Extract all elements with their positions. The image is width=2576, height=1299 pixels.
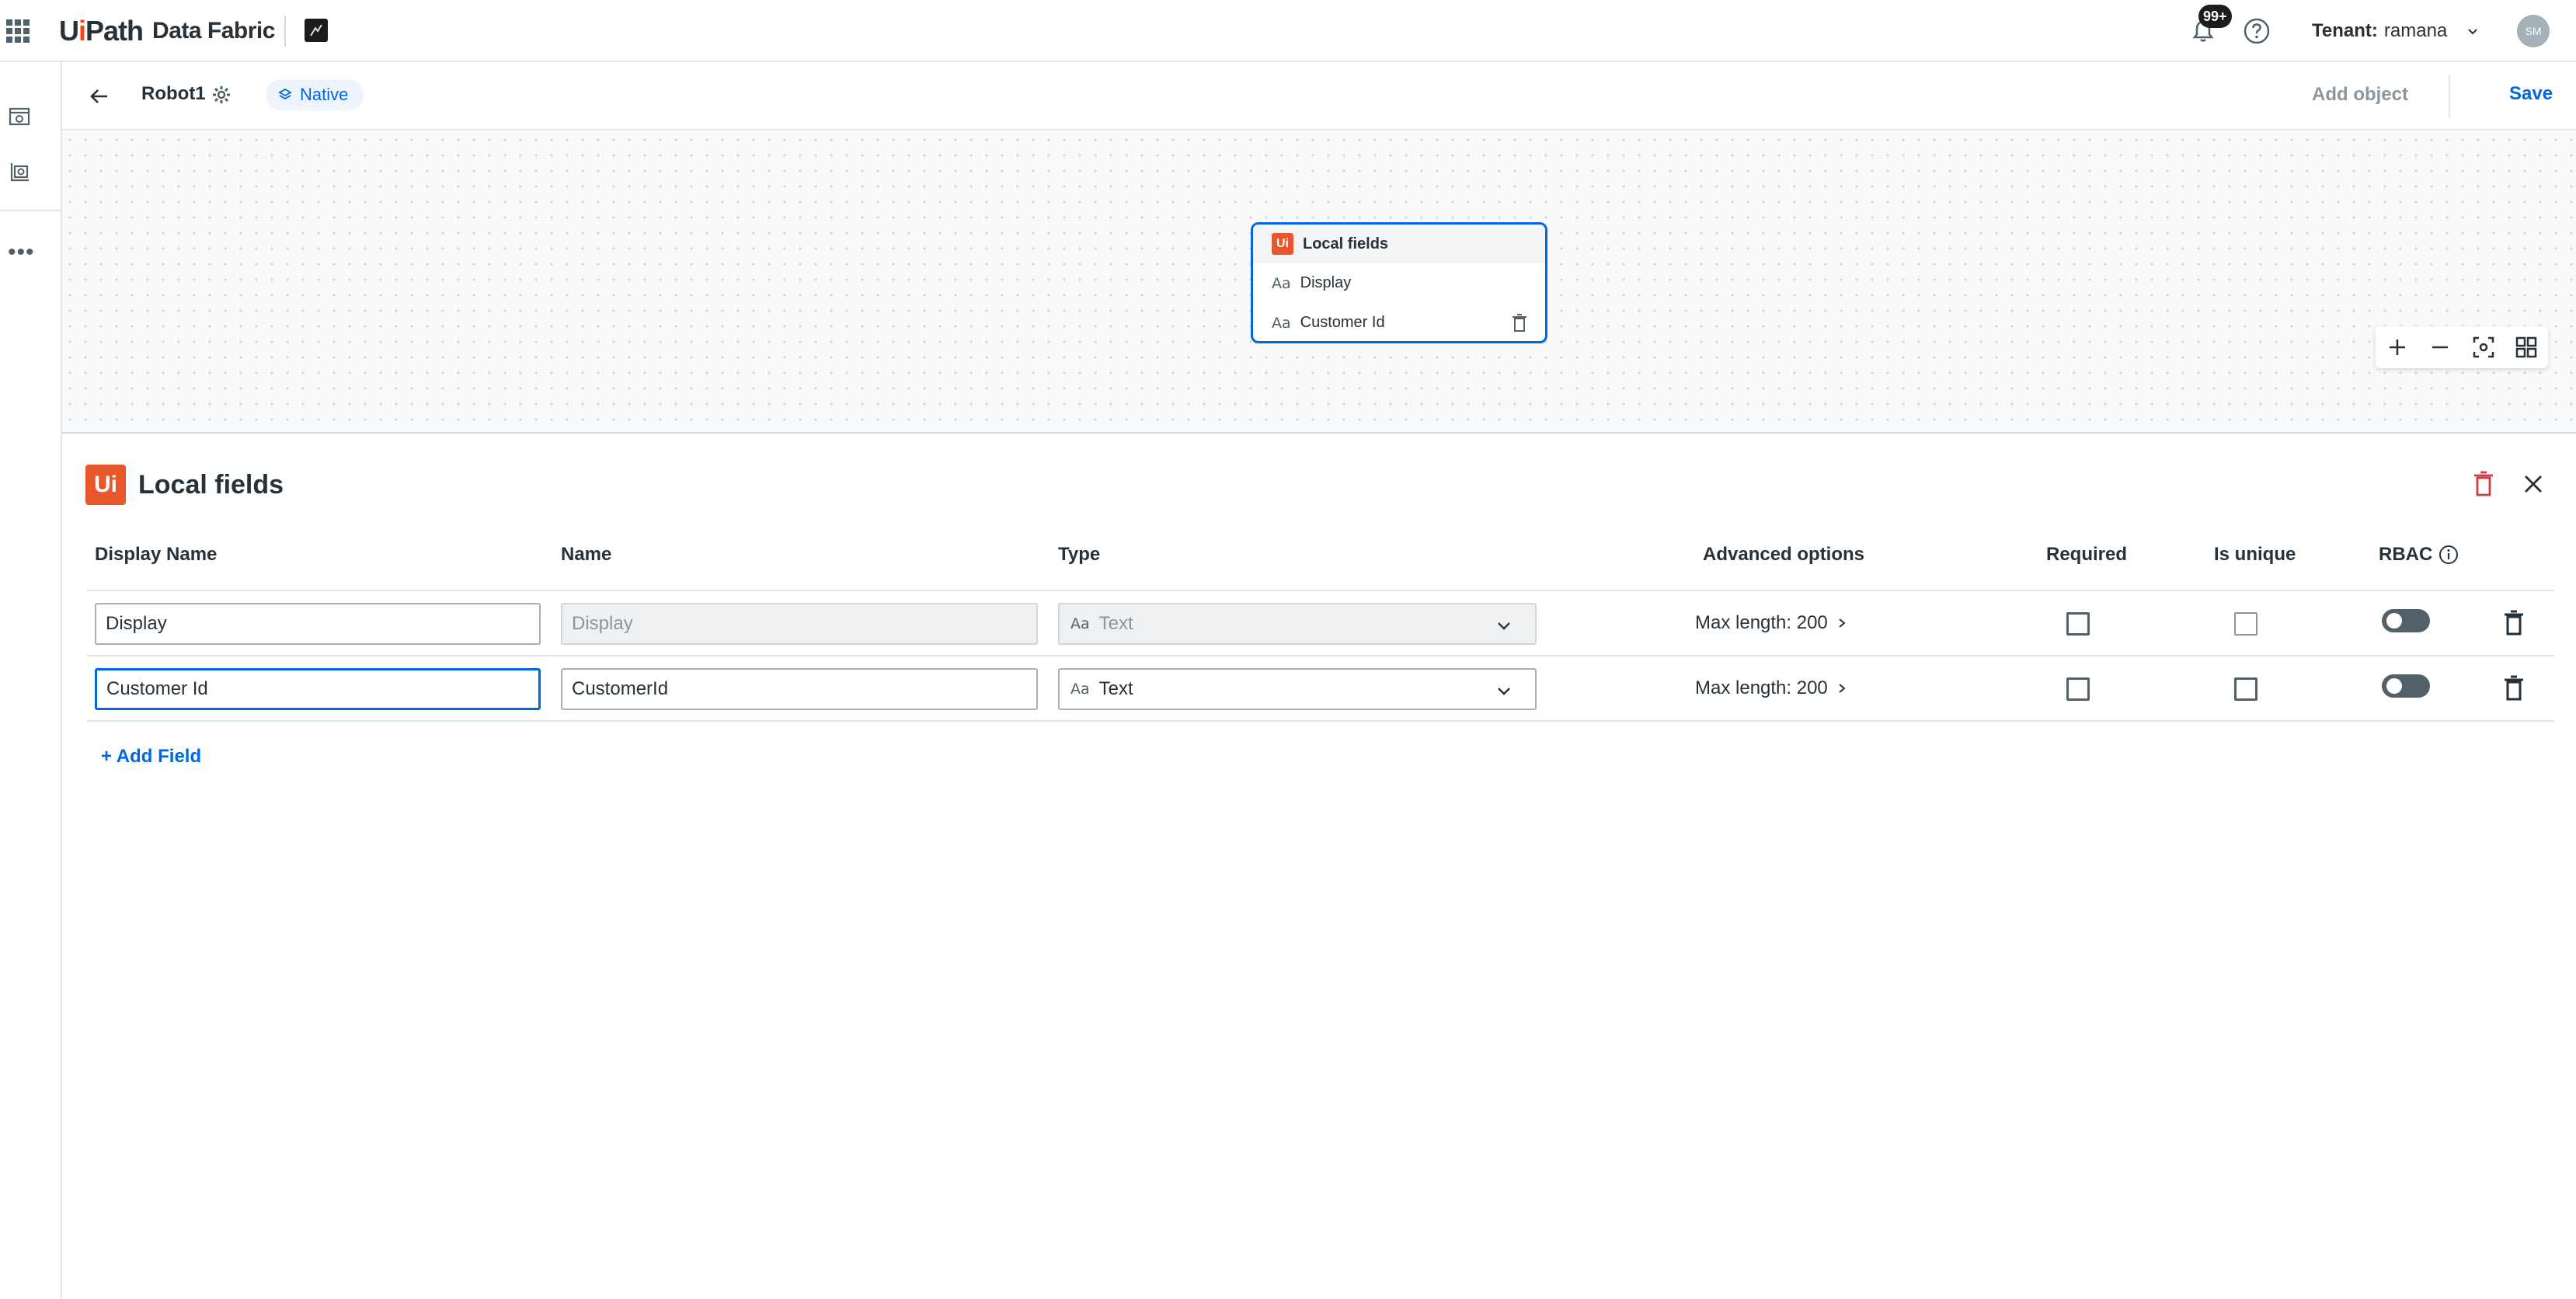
rbac-toggle[interactable] <box>2382 674 2430 698</box>
divider <box>2449 75 2450 118</box>
advanced-options-link[interactable]: Max length: 200 <box>1695 612 1848 634</box>
divider <box>284 16 286 47</box>
fit-to-screen-icon[interactable] <box>2470 333 2498 361</box>
required-checkbox[interactable] <box>2066 677 2090 701</box>
divider <box>0 210 61 211</box>
text-type-icon: Aa <box>1070 615 1090 632</box>
node-field-row[interactable]: Aa Customer Id <box>1253 303 1545 341</box>
type-select[interactable]: Aa Text <box>1058 668 1537 710</box>
tenant-label: Tenant: <box>2312 20 2378 41</box>
column-header-advanced-options: Advanced options <box>1703 544 1865 565</box>
native-status-badge: Native <box>266 79 364 110</box>
user-avatar[interactable]: SM <box>2517 15 2550 47</box>
max-length-label: Max length: 200 <box>1695 677 1828 698</box>
entity-name: Robot1 <box>141 83 206 104</box>
is-unique-checkbox[interactable] <box>2234 677 2257 701</box>
divider <box>87 590 2554 591</box>
type-select-value: Text <box>1098 613 1133 634</box>
brand-name: UiPath <box>59 15 144 47</box>
node-field-label: Display <box>1300 274 1352 291</box>
top-bar: UiPath Data Fabric 99+ Tenant: ramana SM <box>0 0 2576 62</box>
rbac-label: RBAC <box>2379 544 2433 565</box>
schema-canvas[interactable]: Ui Local fields Aa Display Aa Customer I… <box>62 132 2576 434</box>
is-unique-checkbox[interactable] <box>2234 612 2257 636</box>
zoom-out-minus-icon[interactable] <box>2426 333 2454 361</box>
info-icon[interactable] <box>2438 545 2459 565</box>
rbac-toggle[interactable] <box>2382 609 2430 632</box>
uipath-logo-icon: Ui <box>1272 233 1293 255</box>
name-input[interactable] <box>561 668 1038 710</box>
back-arrow-icon[interactable] <box>85 82 113 110</box>
type-select-value: Text <box>1098 678 1133 699</box>
more-options-icon[interactable]: ••• <box>8 241 35 264</box>
tenant-picker[interactable]: Tenant: ramana <box>2312 20 2480 42</box>
display-name-input[interactable] <box>95 603 541 645</box>
node-field-label: Customer Id <box>1300 314 1385 331</box>
chevron-right-icon <box>1839 684 1846 693</box>
column-header-display-name: Display Name <box>95 544 218 565</box>
left-rail: ••• <box>0 62 62 1299</box>
node-title: Local fields <box>1303 235 1389 252</box>
uipath-logo[interactable]: UiPath Data Fabric <box>59 14 275 48</box>
notification-count-badge: 99+ <box>2198 5 2232 28</box>
entities-icon[interactable] <box>8 104 31 127</box>
entity-settings-gear-icon[interactable] <box>210 83 233 106</box>
divider <box>87 655 2554 656</box>
display-name-input[interactable] <box>95 668 541 710</box>
column-header-name: Name <box>561 544 612 565</box>
delete-row-trash-icon[interactable] <box>2503 610 2525 636</box>
entity-header: Robot1 Native Add object Save <box>62 62 2576 131</box>
help-icon[interactable] <box>2242 16 2271 46</box>
chevron-down-icon <box>1498 622 1510 630</box>
column-header-type: Type <box>1058 544 1101 565</box>
name-input <box>561 603 1038 645</box>
layers-icon <box>278 88 292 100</box>
entity-node-local-fields[interactable]: Ui Local fields Aa Display Aa Customer I… <box>1251 222 1547 343</box>
tenant-name: ramana <box>2383 20 2448 41</box>
chevron-down-icon <box>1498 688 1510 695</box>
save-button[interactable]: Save <box>2509 83 2553 105</box>
advanced-options-link[interactable]: Max length: 200 <box>1695 677 1848 699</box>
app-launcher-icon[interactable] <box>6 19 30 43</box>
chevron-right-icon <box>1839 618 1846 628</box>
column-header-required: Required <box>2046 544 2128 565</box>
required-checkbox[interactable] <box>2066 612 2090 636</box>
delete-entity-trash-icon[interactable] <box>2472 471 2495 497</box>
max-length-label: Max length: 200 <box>1695 612 1828 633</box>
text-type-icon: Aa <box>1272 314 1291 332</box>
divider <box>87 720 2554 722</box>
column-header-is-unique: Is unique <box>2214 544 2296 565</box>
product-name: Data Fabric <box>152 18 275 44</box>
organization-logo-icon[interactable] <box>305 19 328 42</box>
text-type-icon: Aa <box>1272 274 1291 292</box>
node-field-row[interactable]: Aa Display <box>1253 263 1545 303</box>
type-select: Aa Text <box>1058 603 1537 645</box>
close-panel-icon[interactable] <box>2520 471 2546 497</box>
panel-title: Local fields <box>138 469 284 500</box>
add-field-button[interactable]: + Add Field <box>101 746 201 768</box>
choice-sets-icon[interactable] <box>8 160 31 183</box>
chevron-down-icon <box>2468 29 2477 35</box>
uipath-logo-icon: Ui <box>85 465 126 505</box>
delete-field-trash-icon[interactable] <box>1511 314 1528 333</box>
panel-header: Ui Local fields <box>85 465 284 505</box>
auto-layout-icon[interactable] <box>2512 333 2540 361</box>
node-header: Ui Local fields <box>1253 225 1545 263</box>
canvas-zoom-controls <box>2376 326 2548 368</box>
column-header-rbac: RBAC <box>2379 544 2459 566</box>
native-badge-label: Native <box>300 85 349 104</box>
add-object-button[interactable]: Add object <box>2312 84 2408 106</box>
text-type-icon: Aa <box>1070 681 1090 698</box>
zoom-in-plus-icon[interactable] <box>2383 333 2411 361</box>
delete-row-trash-icon[interactable] <box>2503 675 2525 702</box>
